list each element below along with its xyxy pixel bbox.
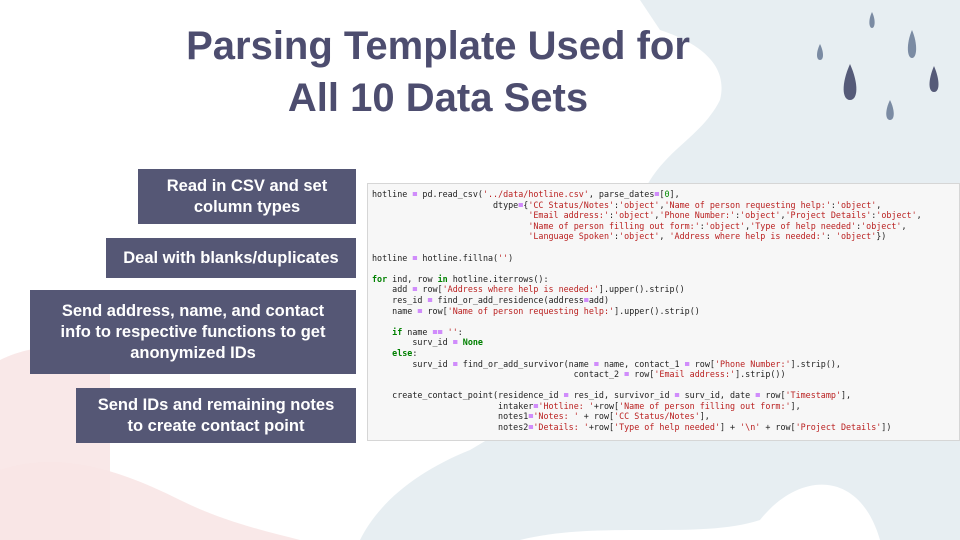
step-create-contact: Send IDs and remaining notes to create co… [76,388,356,443]
step-send-address: Send address, name, and contact info to r… [30,290,356,374]
code-line: else: [392,347,418,358]
code-line: create_contact_point(residence_id = res_… [372,390,852,401]
raindrop-icon [869,12,875,28]
raindrop-icon [907,30,917,58]
code-line: 'Name of person filling out form:':'obje… [528,220,907,231]
step-read-csv: Read in CSV and set column types [138,169,356,224]
code-line: 'Email address:':'object','Phone Number:… [528,210,922,221]
code-line: contact_2 = row['Email address:'].strip(… [372,369,786,380]
code-screenshot: hotline = pd.read_csv('../data/hotline.c… [367,183,960,441]
title-line-1: Parsing Template Used for [186,24,690,68]
code-line: hotline = hotline.fillna('') [372,252,514,263]
code-line: if name == '': [392,326,463,337]
code-line: notes1='Notes: ' + row['CC Status/Notes'… [372,411,710,422]
code-line: res_id = find_or_add_residence(address=a… [372,294,609,305]
code-line: 'Language Spoken':'object', 'Address whe… [528,231,887,242]
raindrop-icon [886,100,894,120]
code-line: for ind, row in hotline.iterrows(): [372,273,549,284]
slide-title: Parsing Template Used for All 10 Data Se… [120,20,756,124]
raindrop-icon [843,64,857,100]
raindrop-icon [817,44,823,60]
code-line: intaker='Hotline: '+row['Name of person … [372,400,801,411]
step-blanks-duplicates: Deal with blanks/duplicates [106,238,356,278]
raindrop-icon [929,66,939,92]
code-line: add = row['Address where help is needed:… [372,284,685,295]
code-line: surv_id = find_or_add_survivor(name = na… [372,358,841,369]
code-line: notes2='Details: '+row['Type of help nee… [372,422,892,433]
code-line: surv_id = None [372,337,483,348]
code-line: dtype={'CC Status/Notes':'object','Name … [372,199,882,210]
code-line: name = row['Name of person requesting he… [372,305,700,316]
title-line-2: All 10 Data Sets [287,76,589,120]
code-line: hotline = pd.read_csv('../data/hotline.c… [372,189,680,199]
